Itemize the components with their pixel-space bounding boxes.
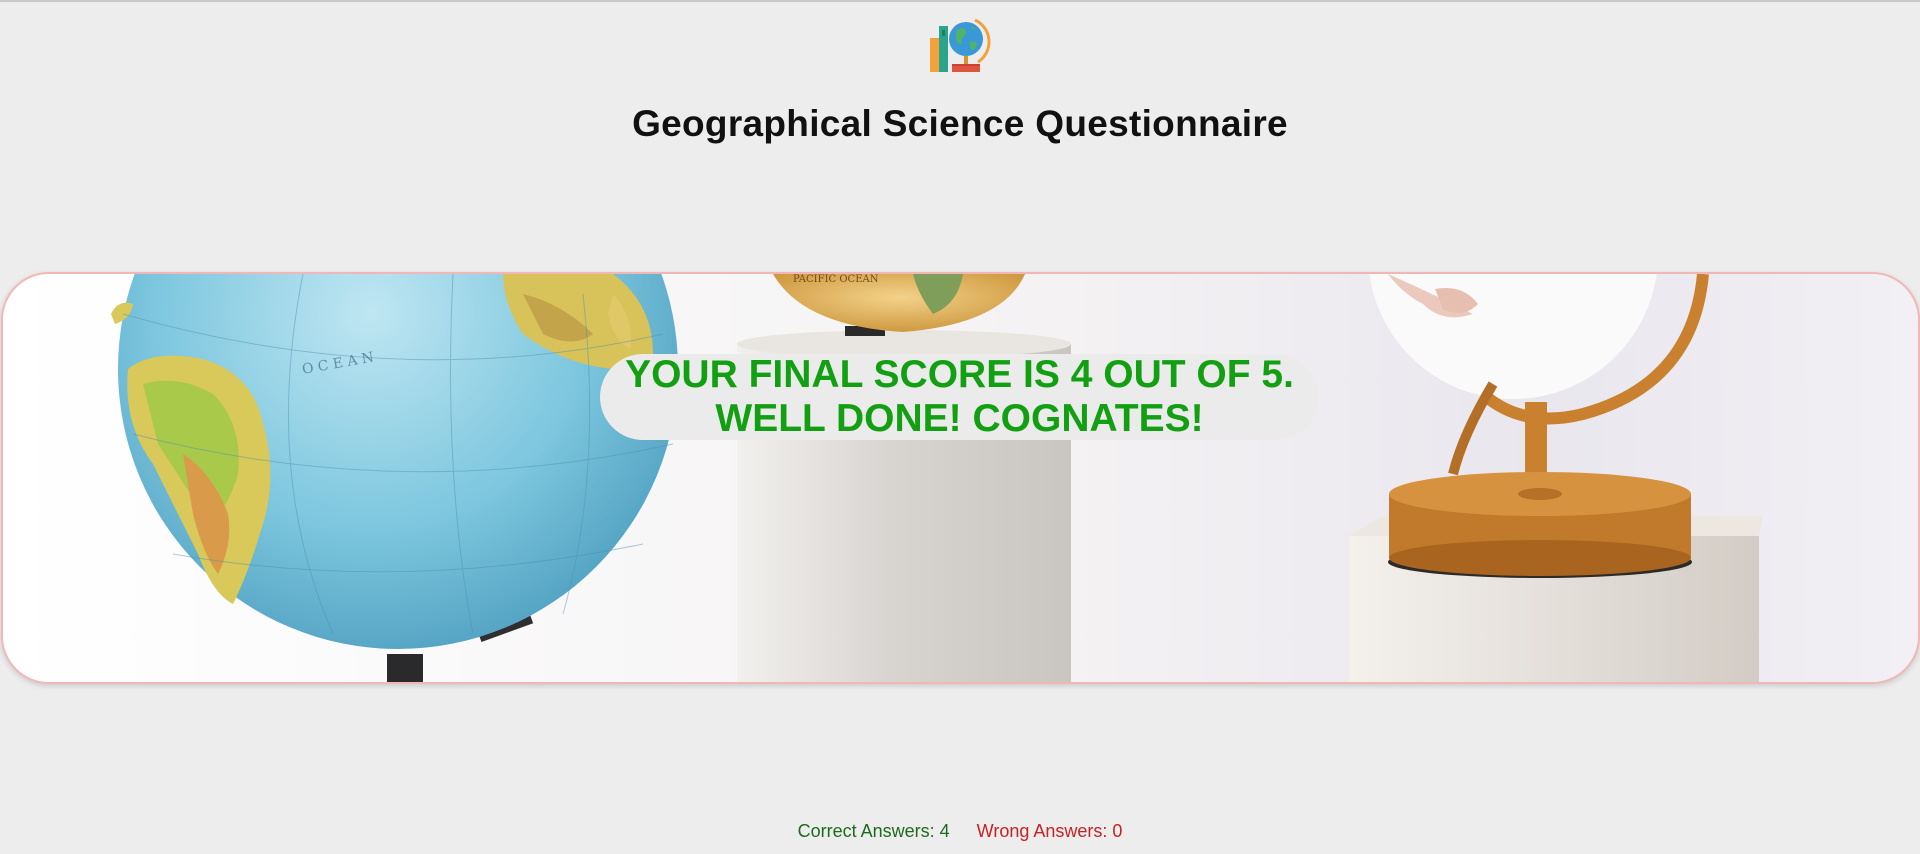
- wrong-answers-count: Wrong Answers: 0: [976, 821, 1123, 841]
- top-divider: [0, 0, 1920, 2]
- score-line-2: WELL DONE! COGNATES!: [715, 397, 1204, 440]
- score-line-1: YOUR FINAL SCORE IS 4 OUT OF 5.: [625, 353, 1294, 396]
- page-title: Geographical Science Questionnaire: [632, 103, 1288, 144]
- final-score-message: YOUR FINAL SCORE IS 4 OUT OF 5. WELL DON…: [600, 353, 1319, 440]
- globes-on-pedestals-photo: O C E A N PACIFIC OCEAN: [1, 272, 1920, 684]
- answer-summary: Correct Answers: 4 Wrong Answers: 0: [0, 821, 1920, 842]
- books-and-globe-icon: [926, 12, 992, 78]
- correct-answers-count: Correct Answers: 4: [797, 821, 950, 841]
- svg-text:PACIFIC OCEAN: PACIFIC OCEAN: [793, 274, 879, 285]
